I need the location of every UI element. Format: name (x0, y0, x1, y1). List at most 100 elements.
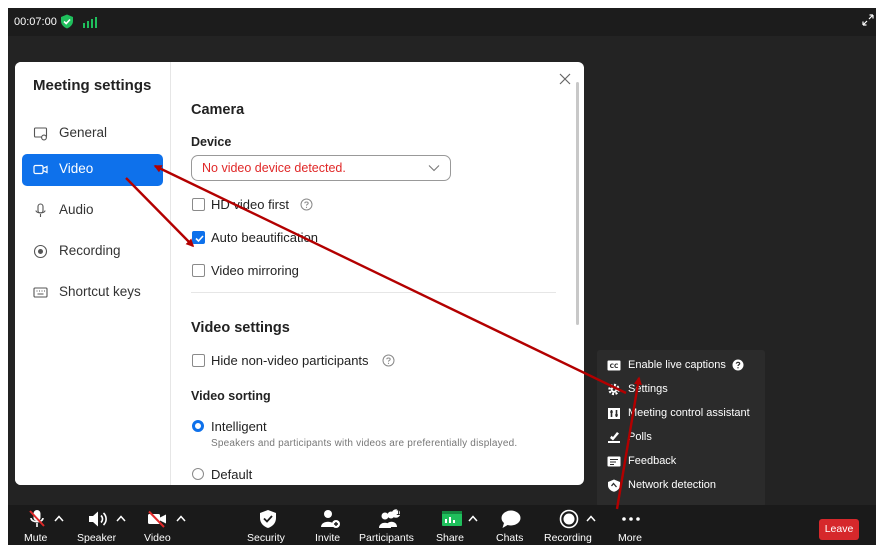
camera-heading: Camera (191, 102, 245, 118)
video-sorting-label: Video sorting (191, 389, 271, 403)
sidebar-item-general[interactable]: General (22, 118, 163, 150)
leave-button[interactable]: Leave (819, 519, 859, 540)
question-mark-icon[interactable] (732, 359, 744, 371)
video-off-icon (148, 510, 166, 528)
checkmark-icon (195, 235, 204, 243)
video-settings-heading: Video settings (191, 320, 290, 336)
meeting-window: 00:07:00 Meeting settings General Video … (8, 8, 876, 545)
sidebar-item-audio[interactable]: Audio (22, 195, 163, 227)
dialog-title: Meeting settings (33, 77, 152, 94)
auto-beautification-checkbox[interactable] (192, 231, 205, 244)
mute-button[interactable]: Mute (18, 505, 74, 545)
device-select[interactable]: No video device detected. (191, 155, 451, 181)
more-dots-icon (622, 517, 640, 521)
menu-item-meeting-control-assistant[interactable]: Meeting control assistant (597, 402, 765, 426)
menu-item-label: Meeting control assistant (628, 407, 750, 419)
intelligent-description: Speakers and participants with videos ar… (211, 438, 518, 449)
sidebar-item-label: General (59, 125, 108, 140)
hide-non-video-label: Hide non-video participants (211, 353, 369, 368)
more-menu: CC Enable live captions Settings Meeting… (597, 350, 765, 507)
hd-video-first-label: HD video first (211, 197, 290, 212)
invite-button[interactable]: Invite (310, 505, 350, 545)
chevron-up-icon[interactable] (586, 515, 596, 522)
sidebar-item-label: Recording (59, 243, 121, 258)
chevron-up-icon[interactable] (116, 515, 126, 522)
sidebar-item-video[interactable]: Video (22, 154, 163, 186)
device-label: Device (191, 135, 232, 149)
menu-item-polls[interactable]: Polls (597, 426, 765, 450)
auto-beautification-label: Auto beautification (211, 230, 318, 245)
help-icon[interactable] (300, 198, 313, 211)
meeting-timer: 00:07:00 (14, 16, 57, 28)
hide-non-video-option[interactable]: Hide non-video participants (192, 352, 402, 370)
menu-item-network-detection[interactable]: Network detection (597, 474, 765, 498)
record-icon (559, 509, 579, 529)
meeting-settings-dialog: Meeting settings General Video Audio Rec… (15, 62, 584, 485)
recording-button[interactable]: Recording (544, 505, 605, 545)
menu-item-enable-live-captions[interactable]: CC Enable live captions (597, 354, 765, 378)
default-radio[interactable] (192, 468, 204, 480)
svg-text:CC: CC (610, 363, 619, 370)
sidebar-item-shortcut-keys[interactable]: Shortcut keys (22, 277, 163, 309)
video-mirroring-option[interactable]: Video mirroring (192, 262, 332, 280)
signal-strength-icon[interactable] (82, 16, 98, 28)
participants-button[interactable]: 1 Participants (356, 505, 424, 545)
intelligent-radio[interactable] (192, 420, 204, 432)
section-divider (191, 292, 556, 293)
video-mirroring-label: Video mirroring (211, 263, 299, 278)
meeting-topbar: 00:07:00 (8, 8, 876, 36)
network-icon (608, 479, 620, 492)
polls-icon (608, 432, 620, 443)
meeting-toolbar: Mute Speaker Video Security Invite 1 Par… (8, 505, 876, 545)
more-label: More (618, 532, 642, 544)
menu-item-label: Enable live captions (628, 359, 726, 371)
video-label: Video (144, 532, 171, 544)
sorting-default-option[interactable]: Default (192, 466, 312, 484)
chevron-up-icon[interactable] (468, 515, 478, 522)
feedback-icon (607, 456, 621, 467)
sidebar-item-label: Video (59, 161, 94, 176)
hide-non-video-checkbox[interactable] (192, 354, 205, 367)
sidebar-item-label: Shortcut keys (59, 284, 141, 299)
microphone-muted-icon (29, 510, 45, 527)
shield-icon (260, 510, 276, 528)
shield-check-icon[interactable] (60, 14, 74, 29)
speaker-button[interactable]: Speaker (74, 505, 140, 545)
share-button[interactable]: Share (432, 505, 484, 545)
menu-item-settings[interactable]: Settings (597, 378, 765, 402)
hd-video-first-checkbox[interactable] (192, 198, 205, 211)
more-button[interactable]: More (614, 505, 654, 545)
keyboard-icon (33, 287, 48, 298)
close-icon[interactable] (559, 73, 571, 85)
default-label: Default (211, 467, 253, 482)
menu-item-label: Feedback (628, 455, 677, 467)
microphone-icon (35, 203, 46, 217)
menu-item-feedback[interactable]: Feedback (597, 450, 765, 474)
sidebar-item-recording[interactable]: Recording (22, 236, 163, 268)
record-icon (33, 244, 48, 259)
device-select-value: No video device detected. (202, 161, 346, 175)
hd-video-first-option[interactable]: HD video first (192, 196, 332, 214)
chats-button[interactable]: Chats (494, 505, 538, 545)
video-mirroring-checkbox[interactable] (192, 264, 205, 277)
participants-label: Participants (359, 532, 414, 544)
auto-beautification-option[interactable]: Auto beautification (192, 229, 352, 247)
security-button[interactable]: Security (244, 505, 294, 545)
video-button[interactable]: Video (142, 505, 198, 545)
chats-label: Chats (496, 532, 524, 544)
sidebar-item-label: Audio (59, 202, 94, 217)
menu-item-label: Polls (628, 431, 652, 443)
chevron-up-icon[interactable] (176, 515, 186, 522)
menu-item-label: Network detection (628, 479, 717, 491)
sorting-intelligent-option[interactable]: Intelligent Speakers and participants wi… (192, 418, 542, 452)
chevron-down-icon (428, 165, 440, 172)
expand-icon[interactable] (862, 14, 874, 26)
mute-label: Mute (24, 532, 48, 544)
chevron-up-icon[interactable] (54, 515, 64, 522)
settings-sidebar: Meeting settings General Video Audio Rec… (15, 62, 171, 485)
participants-count-badge: 1 (396, 508, 401, 517)
content-scrollbar[interactable] (576, 82, 579, 325)
help-icon[interactable] (382, 354, 395, 367)
gear-icon (608, 383, 620, 396)
settings-content: Camera Device No video device detected. … (171, 62, 584, 485)
